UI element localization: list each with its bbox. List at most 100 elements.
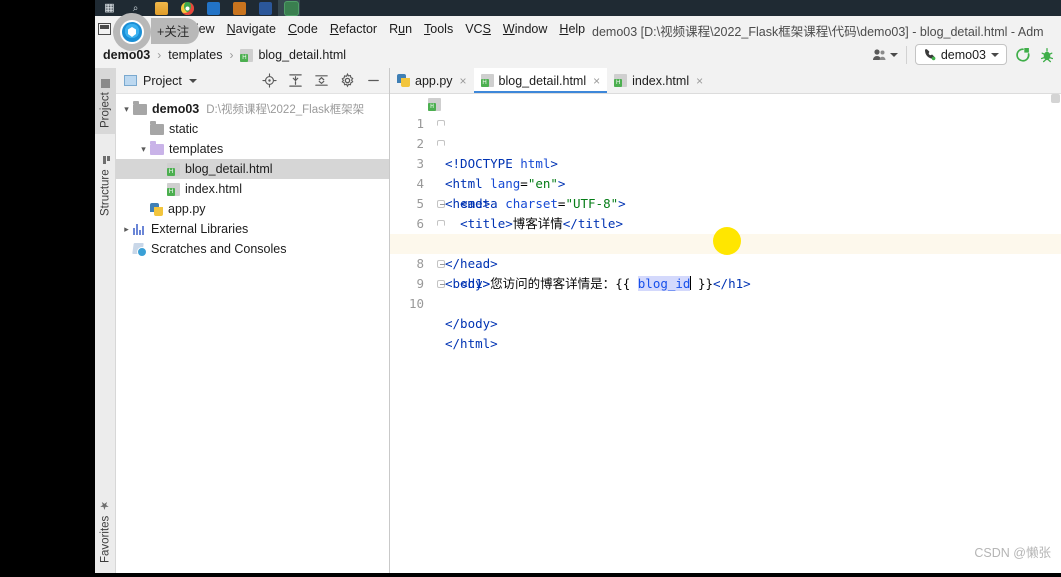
main-content: Project Structure Favorites ★ Project ▾ … [95,68,1061,573]
tree-node-blog-detail-html[interactable]: ▸ blog_detail.html [116,159,389,179]
chevron-down-icon[interactable]: ▾ [120,104,133,115]
code-line[interactable]: 2 <html lang="en"> [390,114,1061,191]
pycharm-icon[interactable] [285,1,298,15]
tab-label: index.html [632,73,690,88]
html-file-icon [480,74,494,87]
line-number: 10 [408,296,424,311]
chevron-down-icon[interactable] [188,78,197,83]
tab-app-py[interactable]: app.py × [390,68,474,93]
start-icon[interactable]: ▦ [103,2,116,15]
python-file-icon [397,74,410,87]
sublime-icon[interactable] [233,1,246,15]
star-icon: ★ [99,498,111,512]
tree-node-demo03[interactable]: ▾ demo03 D:\视频课程\2022_Flask框架架 [116,99,389,119]
click-indicator [713,227,741,255]
code-line[interactable]: 9 </body> [390,254,1061,331]
windows-taskbar[interactable]: ▦ ⌕ [95,0,1061,16]
tab-index-html[interactable]: index.html × [607,68,710,93]
run-configuration-selector[interactable]: demo03 [914,44,1007,65]
sidebar-item-favorites[interactable]: Favorites ★ [95,495,116,569]
file-explorer-icon[interactable] [155,1,168,15]
tree-node-label: External Libraries [151,222,249,236]
menu-item-navigate[interactable]: Navigate [221,19,282,39]
chevron-down-icon [889,52,898,57]
fold-marker-icon[interactable] [437,260,446,269]
tab-blog-detail-html[interactable]: blog_detail.html × [473,68,608,93]
fold-marker-icon[interactable] [437,120,446,129]
tree-node-label: blog_detail.html [185,162,273,176]
csdn-watermark: CSDN @懒张 [974,546,1051,560]
menu-item-run[interactable]: Run [383,19,418,39]
window-title: demo03 [D:\视频课程\2022_Flask框架课程\代码\demo03… [592,25,1044,39]
menu-item-vcs[interactable]: VCS [459,19,497,39]
tool-window-label: Project [99,92,112,128]
close-icon[interactable]: × [696,74,703,88]
library-icon [133,223,146,235]
tree-node-label: demo03 [152,102,200,116]
fold-marker-icon[interactable] [437,280,446,289]
fold-marker-icon[interactable] [437,200,446,209]
code-line[interactable]: 1 <!DOCTYPE html> [390,94,1061,171]
breadcrumb-folder[interactable]: templates [168,48,222,62]
tree-node-label: static [169,122,199,136]
code-line[interactable]: 5 <title>博客详情</title> [390,174,1061,231]
menu-bar[interactable]: File Edit View Navigate Code Refactor Ru… [95,13,1061,51]
fold-marker-icon[interactable] [437,220,446,229]
settings-gear-icon[interactable] [340,73,355,88]
close-icon[interactable]: × [593,74,600,88]
word-icon[interactable] [259,1,272,15]
menu-item-window[interactable]: Window [497,19,553,39]
code-line[interactable]: 6 </head> [390,194,1061,271]
minimize-icon[interactable] [366,73,381,88]
menu-item-help[interactable]: Help [553,19,591,39]
html-file-icon [167,162,180,176]
code-line[interactable]: 4 <meta charset="UTF-8"> [390,154,1061,211]
desktop-left-margin [0,0,95,577]
tree-node-path: D:\视频课程\2022_Flask框架架 [206,104,365,116]
debug-button[interactable] [1039,47,1055,63]
close-icon[interactable]: × [460,74,467,88]
chevron-down-icon [991,52,999,57]
code-editor[interactable]: 1 <!DOCTYPE html> 2 <html lang="en"> 3 [390,94,1061,573]
project-tool-window: Project ▾ demo03 D:\视频课程\2022_Flask框架架 s… [116,68,390,573]
store-icon[interactable] [207,1,220,15]
breadcrumb-separator-1: › [157,48,162,62]
expand-all-icon[interactable] [288,73,303,88]
desktop-bottom-margin [0,573,1061,577]
tree-node-external-libraries[interactable]: ▸ External Libraries [116,219,389,239]
menu-item-code[interactable]: Code [282,19,324,39]
chrome-icon[interactable] [181,1,194,15]
sidebar-item-project[interactable]: Project [95,68,116,134]
tree-node-label: app.py [168,202,206,216]
tree-node-templates[interactable]: ▾ templates [116,139,389,159]
tree-node-index-html[interactable]: ▸ index.html [116,179,389,199]
collapse-all-icon[interactable] [314,73,329,88]
project-panel-toolbar [262,73,385,88]
html-file-icon [167,182,180,196]
tree-node-label: Scratches and Consoles [151,242,287,256]
run-button[interactable] [1015,47,1031,63]
menu-item-refactor[interactable]: Refactor [324,19,383,39]
toolbar-divider [905,45,907,64]
project-panel-header: Project [116,68,389,94]
tab-label: blog_detail.html [498,73,587,88]
sidebar-item-structure[interactable]: Structure [95,144,116,222]
watermark-follow-button[interactable]: +关注 [151,18,200,44]
breadcrumb-file[interactable]: blog_detail.html [258,48,346,62]
tree-node-scratches-and-consoles[interactable]: ▸ Scratches and Consoles [116,239,389,259]
chevron-right-icon[interactable]: ▸ [120,224,133,235]
left-tool-window-bar: Project Structure Favorites ★ [95,68,116,573]
profile-button[interactable] [872,48,898,61]
menu-item-tools[interactable]: Tools [418,19,459,39]
chevron-down-icon[interactable]: ▾ [137,144,150,155]
code-line[interactable]: 3 <head> [390,134,1061,211]
tree-node-static[interactable]: ▸ static [116,119,389,139]
fold-marker-icon[interactable] [437,140,446,149]
python-file-icon [150,202,163,216]
watermark-avatar [113,13,151,51]
code-line[interactable]: 10 </html> [390,274,1061,351]
tree-node-app-py[interactable]: ▸ app.py [116,199,389,219]
project-panel-title: Project [143,73,182,88]
locate-icon[interactable] [262,73,277,88]
window-system-icon[interactable] [98,22,111,35]
